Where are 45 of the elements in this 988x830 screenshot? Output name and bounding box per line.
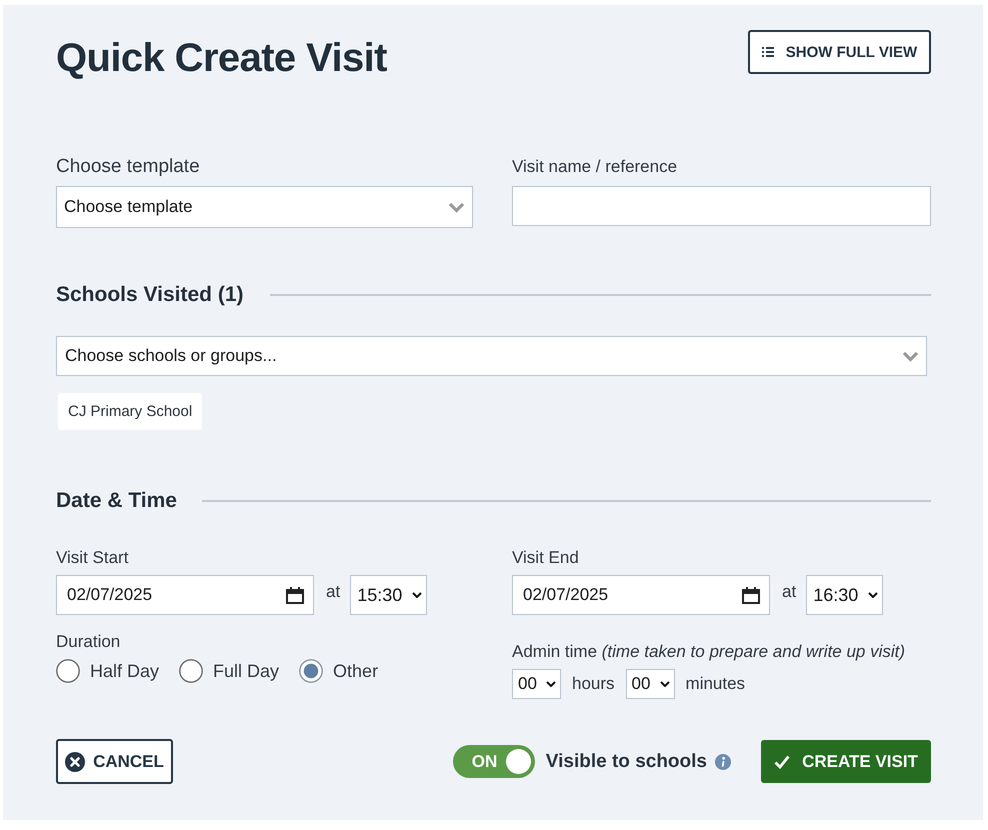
list-icon <box>762 47 774 57</box>
section-heading: Schools Visited (1) <box>56 283 244 307</box>
radio-label: Half Day <box>90 660 160 682</box>
cancel-button[interactable]: CANCEL <box>56 739 173 784</box>
hours-select[interactable]: 00 <box>512 669 561 699</box>
radio-button[interactable] <box>56 659 80 683</box>
calendar-icon <box>286 586 304 604</box>
time-select[interactable]: 15:30 <box>350 575 428 615</box>
date-field[interactable]: 02/07/2025 <box>512 575 770 615</box>
create-visit-button[interactable]: CREATE VISIT <box>761 740 931 783</box>
time-select[interactable]: 16:30 <box>806 575 884 615</box>
caret-down-icon <box>412 592 422 598</box>
radio-label: Other <box>333 660 378 682</box>
show-full-view-button[interactable]: SHOW FULL VIEW <box>748 30 931 74</box>
toggle-label: Visible to schools <box>546 750 707 772</box>
page-title: Quick Create Visit <box>56 35 387 82</box>
school-tag: CJ Primary School <box>58 393 202 430</box>
radio-button[interactable] <box>299 659 324 683</box>
radio-button[interactable] <box>179 659 204 683</box>
schools-select[interactable]: Choose schools or groups... <box>56 336 927 376</box>
chevron-down-icon <box>448 202 465 212</box>
info-icon[interactable] <box>715 754 731 770</box>
field-label: Visit End <box>512 547 579 569</box>
field-label: Duration <box>56 631 120 653</box>
circle-x-icon <box>65 752 86 772</box>
at-label: at <box>782 582 796 602</box>
caret-down-icon <box>868 592 878 598</box>
unit-label: hours <box>572 674 615 694</box>
chevron-down-icon <box>902 350 919 362</box>
field-label: Choose template <box>56 156 200 178</box>
field-label: Visit name / reference <box>512 156 678 178</box>
check-icon <box>774 754 790 768</box>
template-select[interactable]: Choose template <box>56 186 473 228</box>
radio-label: Full Day <box>213 660 280 682</box>
caret-down-icon <box>546 681 556 687</box>
caret-down-icon <box>660 681 670 687</box>
visit-name-field[interactable] <box>512 186 931 226</box>
section-heading: Date & Time <box>56 489 177 513</box>
date-field[interactable]: 02/07/2025 <box>56 575 314 615</box>
minutes-select[interactable]: 00 <box>626 669 675 699</box>
calendar-icon <box>742 586 760 604</box>
field-label: Visit Start <box>56 547 128 569</box>
admin-time-label: Admin time (time taken to prepare and write up visit) <box>512 641 906 663</box>
at-label: at <box>326 582 340 602</box>
unit-label: minutes <box>686 674 746 694</box>
